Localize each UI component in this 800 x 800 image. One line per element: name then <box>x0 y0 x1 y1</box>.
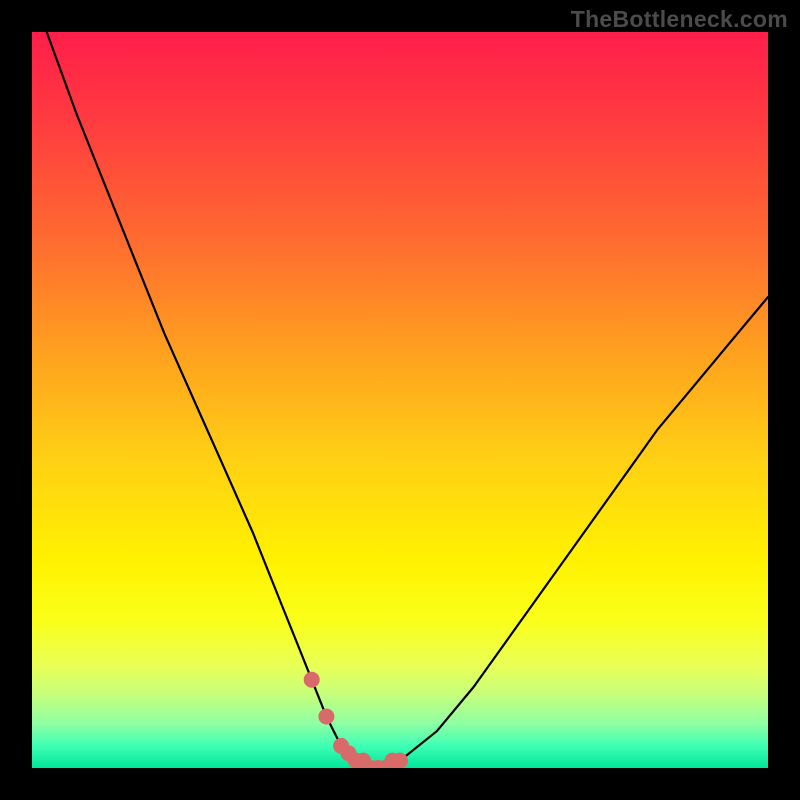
curve-layer <box>32 32 768 768</box>
bottleneck-curve <box>47 32 768 768</box>
optimal-range-markers <box>312 680 400 768</box>
watermark-text: TheBottleneck.com <box>571 6 788 33</box>
plot-area <box>32 32 768 768</box>
chart-frame: TheBottleneck.com <box>0 0 800 800</box>
